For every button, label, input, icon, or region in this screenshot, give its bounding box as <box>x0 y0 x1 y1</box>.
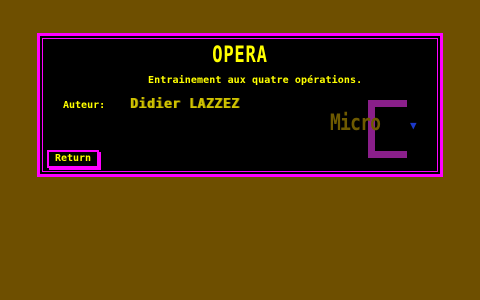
return-button[interactable]: Return <box>47 150 99 168</box>
author-name: Didier LAZZEZ <box>130 97 240 112</box>
logo-text: Micro <box>330 111 381 136</box>
app-subtitle: Entrainement aux quatre opérations. <box>148 75 363 86</box>
about-dialog: OPERA Entrainement aux quatre opérations… <box>37 33 443 177</box>
app-title: OPERA <box>212 43 268 68</box>
author-label: Auteur: <box>63 100 106 111</box>
microc-logo: Micro ▼ <box>328 100 438 172</box>
down-arrow-icon: ▼ <box>410 119 417 132</box>
